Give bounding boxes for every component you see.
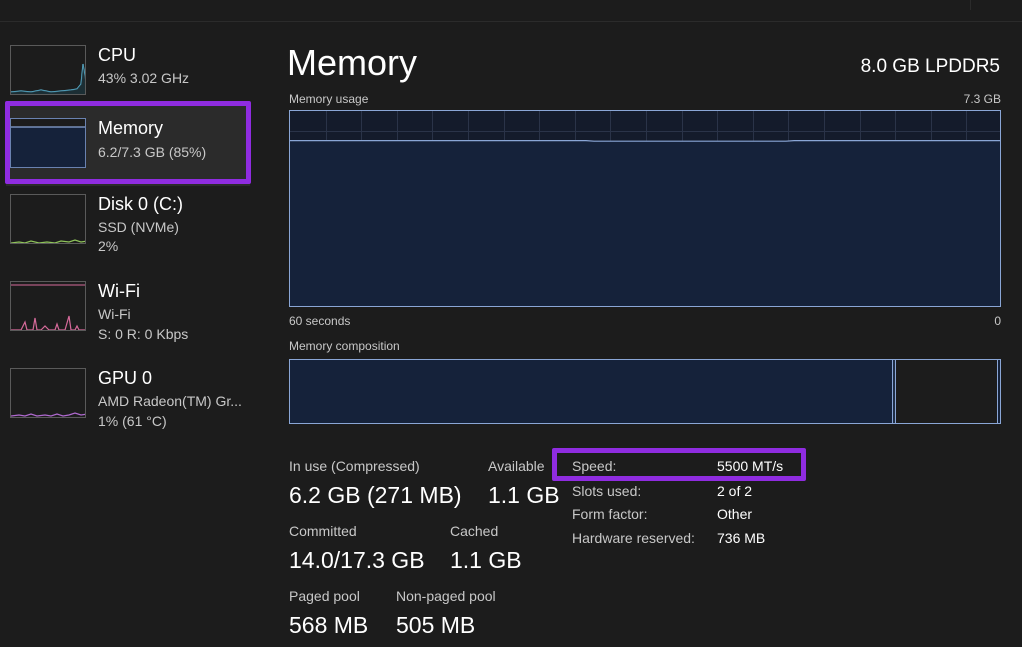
form-factor-key: Form factor: [572, 506, 648, 522]
sidebar-item-gpu[interactable]: GPU 0 AMD Radeon(TM) Gr... 1% (61 °C) [6, 356, 250, 436]
in-use-label: In use (Compressed) [289, 458, 420, 474]
memory-sparkline [11, 126, 85, 167]
sidebar-item-title: Memory [98, 118, 164, 138]
sidebar-item-title: Disk 0 (C:) [98, 194, 183, 214]
cpu-sparkline [11, 63, 85, 94]
paged-pool-label: Paged pool [289, 588, 360, 604]
sidebar-item-detail-2: 2% [98, 238, 119, 254]
cached-label: Cached [450, 523, 499, 539]
disk-thumbnail-graph [10, 194, 86, 244]
slots-value: 2 of 2 [717, 483, 753, 499]
hardware-reserved-value: 736 MB [717, 530, 766, 546]
composition-label: Memory composition [289, 339, 400, 353]
memory-usage-fill [290, 140, 1000, 306]
usage-label: Memory usage [289, 92, 369, 106]
time-axis-right: 0 [994, 314, 1001, 328]
composition-in-use [290, 360, 893, 423]
sidebar: CPU 43% 3.02 GHz Memory 6.2/7.3 GB (85%)… [0, 30, 252, 647]
available-label: Available [488, 458, 545, 474]
non-paged-pool-label: Non-paged pool [396, 588, 496, 604]
sidebar-item-memory[interactable]: Memory 6.2/7.3 GB (85%) [6, 106, 250, 186]
sidebar-item-title: CPU [98, 45, 137, 65]
form-factor-value: Other [717, 506, 753, 522]
wifi-thumbnail-graph [10, 281, 86, 331]
composition-standby [896, 360, 998, 423]
available-value: 1.1 GB [488, 482, 560, 508]
composition-free [998, 360, 1000, 423]
memory-thumbnail-graph [10, 118, 86, 168]
sidebar-item-disk[interactable]: Disk 0 (C:) SSD (NVMe) 2% [6, 182, 250, 262]
disk-sparkline [11, 239, 85, 243]
committed-label: Committed [289, 523, 357, 539]
in-use-value: 6.2 GB (271 MB) [289, 482, 462, 508]
sidebar-item-title: GPU 0 [98, 368, 153, 388]
memory-usage-chart [290, 111, 1000, 306]
memory-usage-graph [289, 110, 1001, 307]
memory-panel: Memory 8.0 GB LPDDR5 Memory usage 7.3 GB… [260, 0, 1022, 647]
memory-composition-bar [289, 359, 1001, 424]
sidebar-item-detail: 43% 3.02 GHz [98, 70, 190, 86]
sidebar-item-detail: Wi-Fi [98, 306, 131, 322]
cached-value: 1.1 GB [450, 547, 522, 573]
committed-value: 14.0/17.3 GB [289, 547, 425, 573]
sidebar-item-detail: 6.2/7.3 GB (85%) [98, 144, 207, 160]
memory-usage-line [290, 140, 1000, 142]
page-title: Memory [287, 42, 418, 83]
memory-spec: 8.0 GB LPDDR5 [860, 56, 1000, 77]
speed-value: 5500 MT/s [717, 458, 784, 474]
sidebar-item-detail-2: 1% (61 °C) [98, 413, 167, 429]
gpu-sparkline [11, 412, 85, 417]
paged-pool-value: 568 MB [289, 612, 369, 638]
gpu-thumbnail-graph [10, 368, 86, 418]
sidebar-item-title: Wi-Fi [98, 281, 140, 301]
wifi-sparkline [11, 284, 85, 330]
sidebar-item-wifi[interactable]: Wi-Fi Wi-Fi S: 0 R: 0 Kbps [6, 269, 250, 349]
hardware-reserved-key: Hardware reserved: [572, 530, 695, 546]
sidebar-item-detail-2: S: 0 R: 0 Kbps [98, 326, 189, 342]
usage-max: 7.3 GB [963, 92, 1001, 106]
sidebar-item-detail: SSD (NVMe) [98, 219, 179, 235]
time-axis-left: 60 seconds [289, 314, 351, 328]
non-paged-pool-value: 505 MB [396, 612, 476, 638]
sidebar-item-detail: AMD Radeon(TM) Gr... [98, 393, 242, 409]
speed-key: Speed: [572, 458, 617, 474]
cpu-thumbnail-graph [10, 45, 86, 95]
sidebar-item-cpu[interactable]: CPU 43% 3.02 GHz [6, 33, 250, 113]
slots-key: Slots used: [572, 483, 642, 499]
